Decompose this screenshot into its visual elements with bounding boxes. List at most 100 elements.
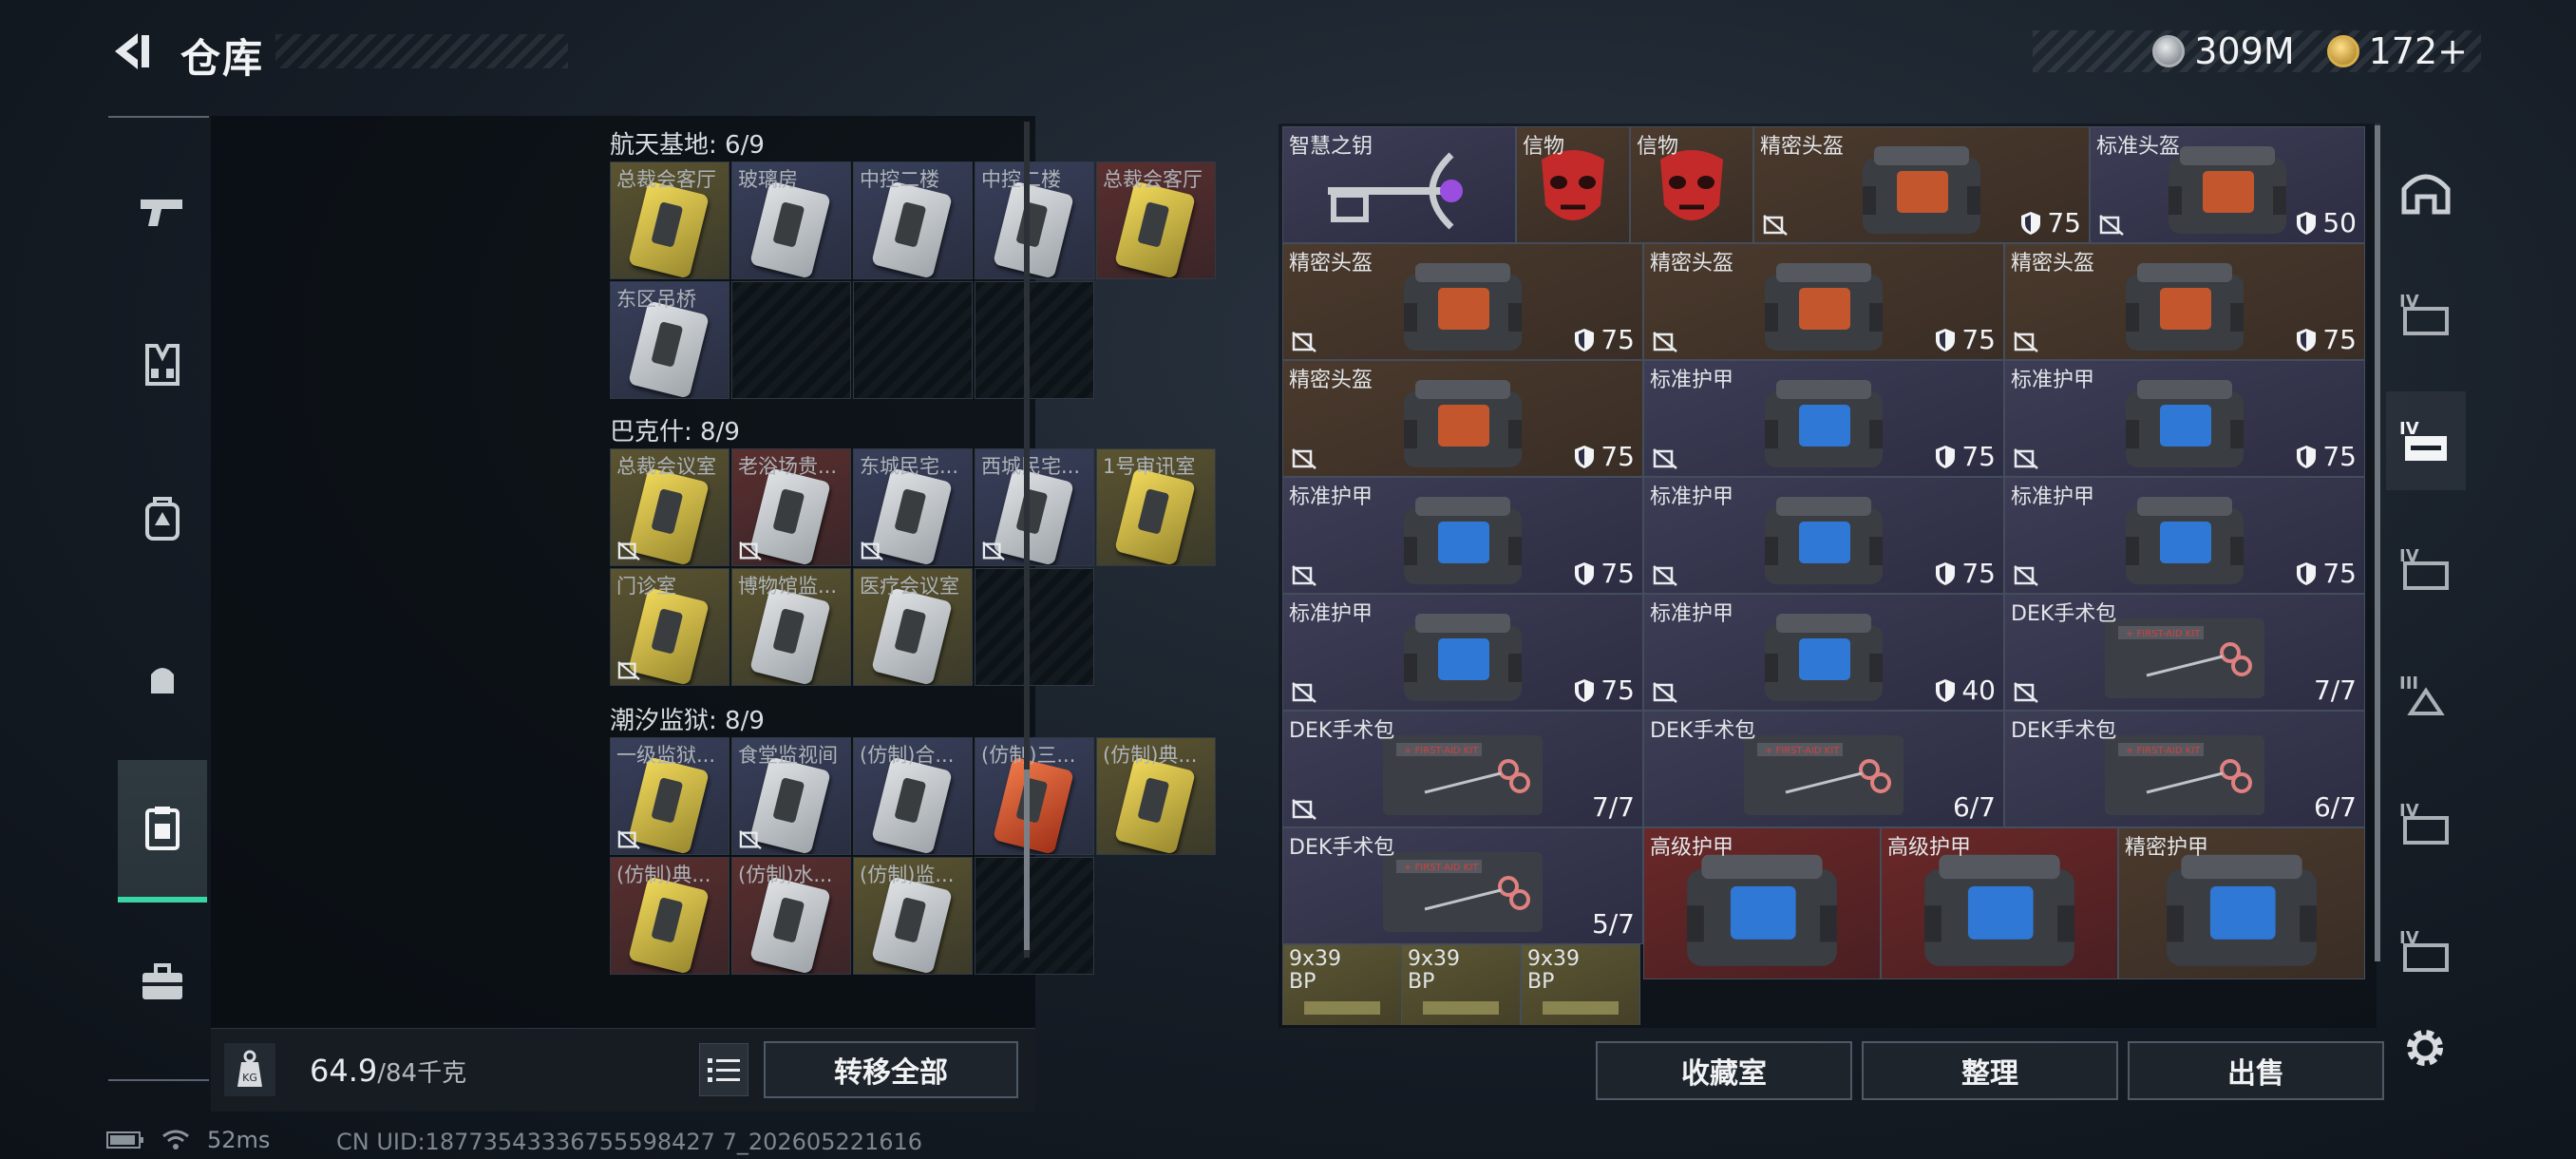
rnav-3[interactable]: IV <box>2386 519 2466 618</box>
stash-item-ammo[interactable]: 9x39 BP <box>1521 944 1640 1025</box>
keycard-slot[interactable]: 总裁会议室 <box>610 448 729 566</box>
back-button[interactable] <box>106 27 156 76</box>
keycard-slot[interactable]: 东区吊桥 <box>610 281 729 399</box>
settings-button[interactable] <box>2399 1022 2451 1074</box>
gear-icon <box>2407 1030 2443 1066</box>
stash-item-helmet[interactable]: 精密头盔 75 <box>1282 243 1643 360</box>
stash-item-mask[interactable]: 信物 <box>1516 126 1630 243</box>
rnav-2[interactable]: IV <box>2386 391 2466 490</box>
shield-icon <box>1575 678 1595 702</box>
shield-icon <box>1936 445 1956 468</box>
keycard-slot[interactable]: (仿制)三... <box>975 737 1094 855</box>
stash-item-armor[interactable]: 标准护甲 75 <box>1282 594 1643 711</box>
stash-item-armor[interactable]: 标准护甲 75 <box>1643 477 2004 594</box>
keycard-slot[interactable]: 总裁会客厅 <box>1096 162 1216 279</box>
stash-item-medkit[interactable]: + FIRST-AID KIT DEK手术包 5/7 <box>1282 827 1643 944</box>
stash-item-durability: 75 <box>1574 674 1635 706</box>
ammo-type-label: BP <box>1289 970 1316 994</box>
stash-item-key[interactable]: 智慧之钥 <box>1282 126 1516 243</box>
nav-keycards[interactable] <box>118 760 207 902</box>
left-scrollbar-thumb[interactable] <box>1024 770 1030 950</box>
rnav-6[interactable]: IV <box>2386 901 2466 999</box>
organize-button[interactable]: 整理 <box>1862 1041 2118 1100</box>
nav-medical[interactable] <box>118 935 207 1030</box>
keycard-slot[interactable]: 医疗会议室 <box>853 568 973 686</box>
keycard-slot[interactable]: 1号审讯室 <box>1096 448 1216 566</box>
surgery-kit-icon: + FIRST-AID KIT <box>2105 618 2264 699</box>
keycard-label: 博物馆监... <box>738 575 838 598</box>
keycard-slot[interactable]: 玻璃房 <box>731 162 851 279</box>
iv-case-icon: IV <box>2399 928 2449 972</box>
stash-item-armor[interactable]: 标准护甲 75 <box>1643 360 2004 477</box>
stash-item-medkit[interactable]: + FIRST-AID KIT DEK手术包 7/7 <box>1282 711 1643 827</box>
stash-item-bigarmor[interactable]: 高级护甲 <box>1881 827 2118 979</box>
rnav-4[interactable]: III <box>2386 646 2466 745</box>
unmarked-icon <box>1292 565 1316 586</box>
stash-item-name: DEK手术包 <box>2011 602 2117 626</box>
keycard-slot[interactable]: 东城民宅... <box>853 448 973 566</box>
keycard-slot[interactable]: 老浴场贵... <box>731 448 851 566</box>
list-view-button[interactable] <box>699 1043 748 1096</box>
durability-value: 50 <box>2322 207 2357 238</box>
keycard-slot[interactable]: (仿制)合... <box>853 737 973 855</box>
rnav-5[interactable]: IV <box>2386 773 2466 872</box>
transfer-all-button[interactable]: 转移全部 <box>764 1041 1018 1098</box>
unmarked-icon <box>617 541 640 561</box>
keycard-slot[interactable]: 门诊室 <box>610 568 729 686</box>
keycard-label: (仿制)合... <box>860 744 955 767</box>
keycard-slot[interactable]: 中控二楼 <box>975 162 1094 279</box>
keycard-slot[interactable]: (仿制)监... <box>853 857 973 975</box>
stash-item-bigarmor[interactable]: 精密护甲 <box>2118 827 2365 979</box>
keycard-slot[interactable]: (仿制)典... <box>610 857 729 975</box>
stash-item-helmet[interactable]: 精密头盔 75 <box>1643 243 2004 360</box>
keycard-slot[interactable]: 中控二楼 <box>853 162 973 279</box>
nav-backpacks[interactable] <box>118 471 207 566</box>
stash-item-helmet[interactable]: 精密头盔 75 <box>1753 126 2090 243</box>
title-stripe <box>275 34 568 68</box>
durability-value: 7/7 <box>1591 791 1635 823</box>
stash-item-ammo[interactable]: 9x39 BP <box>1401 944 1521 1025</box>
unmarked-icon <box>2014 565 2038 586</box>
stash-item-durability: 75 <box>2020 207 2081 238</box>
stash-item-armor[interactable]: 标准护甲 75 <box>1282 477 1643 594</box>
stash-item-name: 标准护甲 <box>1289 602 1373 626</box>
stash-item-ammo[interactable]: 9x39 BP <box>1282 944 1402 1025</box>
stash-item-medkit[interactable]: + FIRST-AID KIT DEK手术包 6/7 <box>2004 711 2365 827</box>
sell-button[interactable]: 出售 <box>2128 1041 2384 1100</box>
keycard-slot[interactable]: 总裁会客厅 <box>610 162 729 279</box>
rnav-0[interactable] <box>2386 142 2466 241</box>
stash-item-armor[interactable]: 标准护甲 75 <box>2004 477 2365 594</box>
gold-currency-value: 172+ <box>2368 30 2468 72</box>
stash-item-mask[interactable]: 信物 <box>1630 126 1753 243</box>
stash-item-helmet[interactable]: 精密头盔 75 <box>2004 243 2365 360</box>
keycard-slot[interactable]: (仿制)水... <box>731 857 851 975</box>
ammo-icon <box>1423 1001 1499 1016</box>
stash-item-medkit[interactable]: + FIRST-AID KIT DEK手术包 7/7 <box>2004 594 2365 711</box>
right-scrollbar-thumb[interactable] <box>2375 125 2380 961</box>
durability-value: 75 <box>1961 558 1996 589</box>
durability-value: 75 <box>2322 558 2357 589</box>
nav-weapons[interactable] <box>118 165 207 260</box>
nav-vests[interactable] <box>118 317 207 412</box>
nav-helmets[interactable] <box>118 631 207 726</box>
unmarked-icon <box>1653 448 1677 469</box>
keycard-slot[interactable]: 一级监狱... <box>610 737 729 855</box>
silver-currency[interactable]: 309M <box>2152 30 2295 72</box>
keycard-slot[interactable]: 食堂监视间 <box>731 737 851 855</box>
stash-item-helmet[interactable]: 精密头盔 75 <box>1282 360 1643 477</box>
keycard-slot[interactable]: 博物馆监... <box>731 568 851 686</box>
rnav-1[interactable]: IV <box>2386 264 2466 363</box>
keycard-label: (仿制)典... <box>616 864 711 886</box>
stash-item-helmet[interactable]: 标准头盔 50 <box>2090 126 2365 243</box>
stash-item-durability: 40 <box>1935 674 1996 706</box>
currency-bar: 309M 172+ <box>2033 30 2481 72</box>
stash-item-bigarmor[interactable]: 高级护甲 <box>1643 827 1881 979</box>
gold-currency[interactable]: 172+ <box>2326 30 2468 72</box>
stash-item-armor[interactable]: 标准护甲 40 <box>1643 594 2004 711</box>
unmarked-icon <box>617 660 640 681</box>
keycard-slot[interactable]: (仿制)典... <box>1096 737 1216 855</box>
keycard-slot[interactable]: 西城民宅... <box>975 448 1094 566</box>
stash-item-armor[interactable]: 标准护甲 75 <box>2004 360 2365 477</box>
collection-room-button[interactable]: 收藏室 <box>1596 1041 1852 1100</box>
stash-item-medkit[interactable]: + FIRST-AID KIT DEK手术包 6/7 <box>1643 711 2004 827</box>
